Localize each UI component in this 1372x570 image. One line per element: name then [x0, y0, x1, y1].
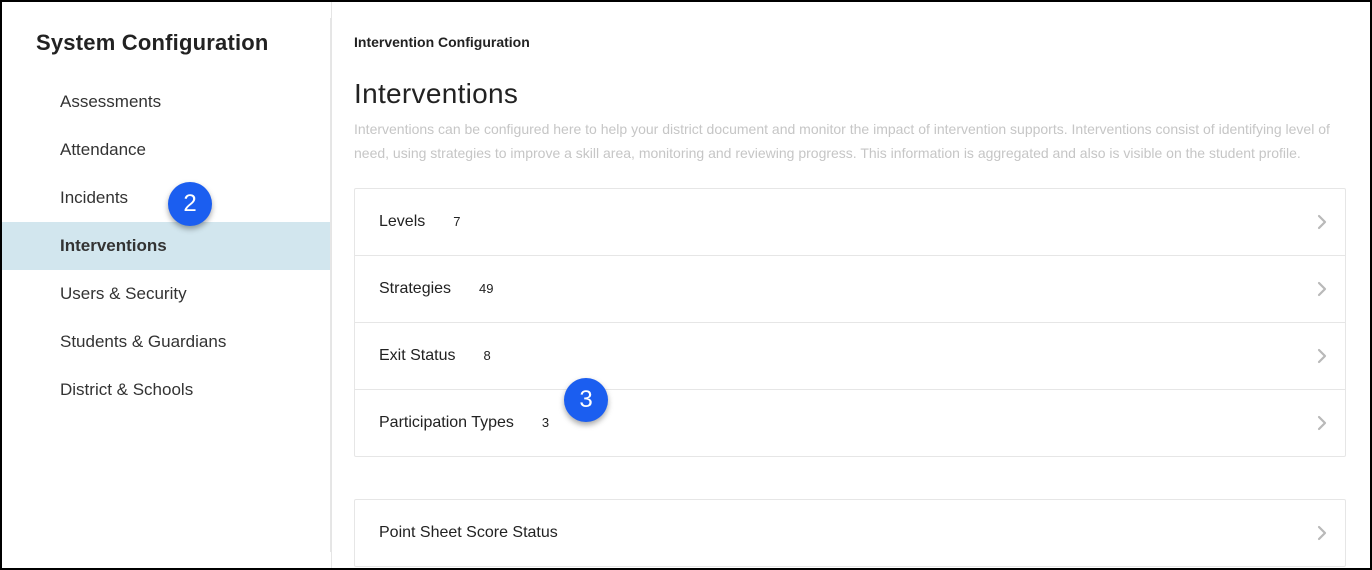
chevron-right-icon	[1317, 415, 1327, 431]
row-label: Exit Status	[379, 347, 455, 365]
sidebar-item-assessments[interactable]: Assessments	[2, 78, 331, 126]
row-count: 7	[453, 214, 460, 229]
settings-panel-2: Point Sheet Score Status	[354, 499, 1346, 567]
sidebar-item-incidents[interactable]: Incidents	[2, 174, 331, 222]
sidebar-title: System Configuration	[2, 30, 331, 78]
chevron-right-icon	[1317, 348, 1327, 364]
row-count: 8	[483, 348, 490, 363]
row-levels[interactable]: Levels 7	[355, 189, 1345, 256]
sidebar-item-district-schools[interactable]: District & Schools	[2, 366, 331, 414]
main-content: Intervention Configuration Interventions…	[332, 2, 1370, 568]
settings-panel: Levels 7 Strategies 49 Exit Status 8	[354, 188, 1346, 457]
sidebar-item-students-guardians[interactable]: Students & Guardians	[2, 318, 331, 366]
annotation-badge-3: 3	[564, 378, 608, 422]
row-exit-status[interactable]: Exit Status 8	[355, 323, 1345, 390]
row-label: Strategies	[379, 280, 451, 298]
chevron-right-icon	[1317, 525, 1327, 541]
row-count: 49	[479, 281, 493, 296]
row-count: 3	[542, 415, 549, 430]
row-participation-types[interactable]: Participation Types 3	[355, 390, 1345, 456]
chevron-right-icon	[1317, 214, 1327, 230]
app-frame: System Configuration Assessments Attenda…	[0, 0, 1372, 570]
panel-gap	[354, 457, 1346, 477]
row-label: Point Sheet Score Status	[379, 524, 558, 542]
row-strategies[interactable]: Strategies 49	[355, 256, 1345, 323]
row-label: Participation Types	[379, 414, 514, 432]
breadcrumb: Intervention Configuration	[354, 34, 1346, 50]
row-label: Levels	[379, 213, 425, 231]
page-title: Interventions	[354, 78, 1346, 110]
row-point-sheet-score-status[interactable]: Point Sheet Score Status	[355, 500, 1345, 566]
sidebar: System Configuration Assessments Attenda…	[2, 2, 332, 568]
chevron-right-icon	[1317, 281, 1327, 297]
sidebar-item-attendance[interactable]: Attendance	[2, 126, 331, 174]
sidebar-item-users-security[interactable]: Users & Security	[2, 270, 331, 318]
annotation-badge-2: 2	[168, 182, 212, 226]
sidebar-divider	[330, 18, 331, 552]
page-description: Interventions can be configured here to …	[354, 118, 1346, 166]
sidebar-item-interventions[interactable]: Interventions	[2, 222, 331, 270]
